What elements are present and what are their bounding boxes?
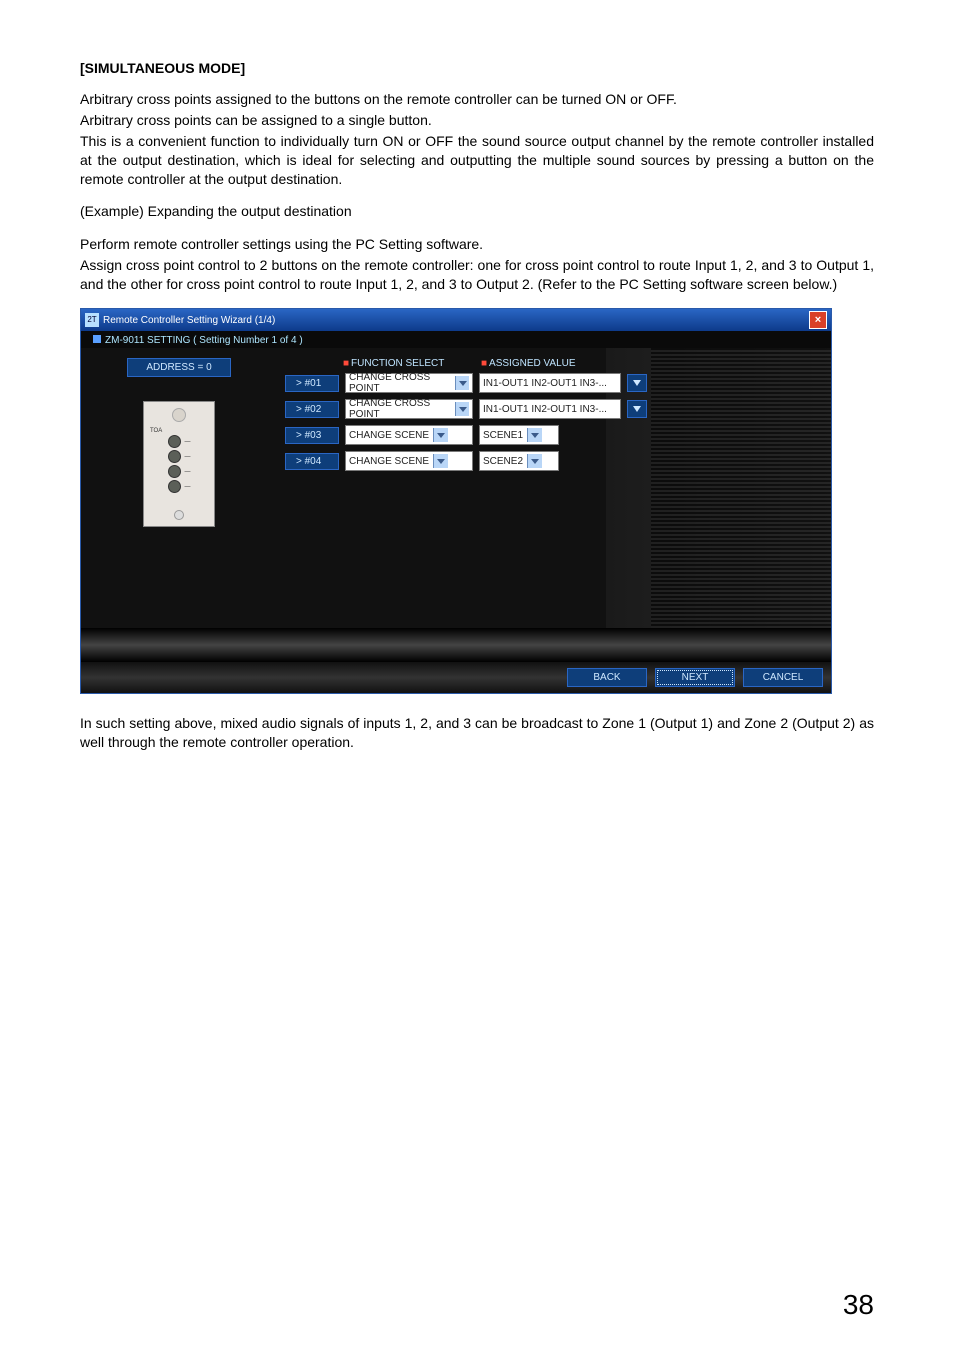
back-button[interactable]: BACK bbox=[567, 668, 647, 687]
close-icon[interactable]: × bbox=[809, 311, 827, 329]
paragraph-2: This is a convenient function to individ… bbox=[80, 132, 874, 189]
led-icon bbox=[168, 480, 181, 493]
row-id-badge: > #03 bbox=[285, 427, 339, 444]
app-icon: 2T bbox=[85, 313, 99, 327]
screw-top-icon bbox=[172, 408, 186, 422]
multi-dropdown-button[interactable] bbox=[627, 400, 647, 418]
page-number: 38 bbox=[843, 1289, 874, 1321]
setting-row: > #04 CHANGE SCENE SCENE2 bbox=[285, 451, 823, 471]
example-label: (Example) Expanding the output destinati… bbox=[80, 202, 874, 221]
chevron-down-icon[interactable] bbox=[433, 454, 448, 468]
paragraph-1-line-2: Arbitrary cross points can be assigned t… bbox=[80, 111, 874, 130]
next-button[interactable]: NEXT bbox=[655, 668, 735, 687]
chevron-down-icon[interactable] bbox=[455, 402, 469, 416]
value-select[interactable]: SCENE2 bbox=[479, 451, 559, 471]
wizard-title: Remote Controller Setting Wizard (1/4) bbox=[103, 315, 275, 326]
brand-label: TOA bbox=[150, 428, 162, 434]
function-select[interactable]: CHANGE CROSS POINT bbox=[345, 373, 473, 393]
setting-row: > #02 CHANGE CROSS POINT IN1-OUT1 IN2-OU… bbox=[285, 399, 823, 419]
fieldset-legend: ZM-9011 SETTING ( Setting Number 1 of 4 … bbox=[81, 331, 831, 348]
function-select[interactable]: CHANGE CROSS POINT bbox=[345, 399, 473, 419]
function-select[interactable]: CHANGE SCENE bbox=[345, 425, 473, 445]
legend-marker-icon bbox=[93, 335, 101, 343]
wizard-titlebar: 2T Remote Controller Setting Wizard (1/4… bbox=[81, 309, 831, 331]
row-id-badge: > #04 bbox=[285, 453, 339, 470]
setting-row: > #01 CHANGE CROSS POINT IN1-OUT1 IN2-OU… bbox=[285, 373, 823, 393]
setting-row: > #03 CHANGE SCENE SCENE1 bbox=[285, 425, 823, 445]
controller-graphic: TOA — — — — bbox=[143, 401, 215, 527]
chevron-down-icon[interactable] bbox=[527, 428, 542, 442]
row-id-badge: > #01 bbox=[285, 375, 339, 392]
chevron-down-icon[interactable] bbox=[527, 454, 542, 468]
wizard-window: 2T Remote Controller Setting Wizard (1/4… bbox=[80, 308, 832, 694]
paragraph-4: In such setting above, mixed audio signa… bbox=[80, 714, 874, 752]
value-select[interactable]: IN1-OUT1 IN2-OUT1 IN3-... bbox=[479, 373, 621, 393]
address-badge: ADDRESS = 0 bbox=[127, 358, 230, 377]
header-function-select: ■FUNCTION SELECT bbox=[343, 358, 473, 369]
function-select[interactable]: CHANGE SCENE bbox=[345, 451, 473, 471]
led-icon bbox=[168, 435, 181, 448]
screw-bottom-icon bbox=[174, 510, 184, 520]
row-id-badge: > #02 bbox=[285, 401, 339, 418]
header-assigned-value: ■ASSIGNED VALUE bbox=[481, 358, 631, 369]
paragraph-3-line-1: Perform remote controller settings using… bbox=[80, 235, 874, 254]
gradient-separator bbox=[81, 628, 831, 662]
led-icon bbox=[168, 465, 181, 478]
chevron-down-icon[interactable] bbox=[433, 428, 448, 442]
value-select[interactable]: IN1-OUT1 IN2-OUT1 IN3-... bbox=[479, 399, 621, 419]
multi-dropdown-button[interactable] bbox=[627, 374, 647, 392]
led-icon bbox=[168, 450, 181, 463]
paragraph-1-line-1: Arbitrary cross points assigned to the b… bbox=[80, 90, 874, 109]
paragraph-3-line-2: Assign cross point control to 2 buttons … bbox=[80, 256, 874, 294]
legend-text: ZM-9011 SETTING ( Setting Number 1 of 4 … bbox=[105, 335, 303, 346]
wizard-footer: BACK NEXT CANCEL bbox=[81, 662, 831, 693]
cancel-button[interactable]: CANCEL bbox=[743, 668, 823, 687]
chevron-down-icon[interactable] bbox=[455, 376, 469, 390]
value-select[interactable]: SCENE1 bbox=[479, 425, 559, 445]
section-heading: [SIMULTANEOUS MODE] bbox=[80, 60, 874, 76]
